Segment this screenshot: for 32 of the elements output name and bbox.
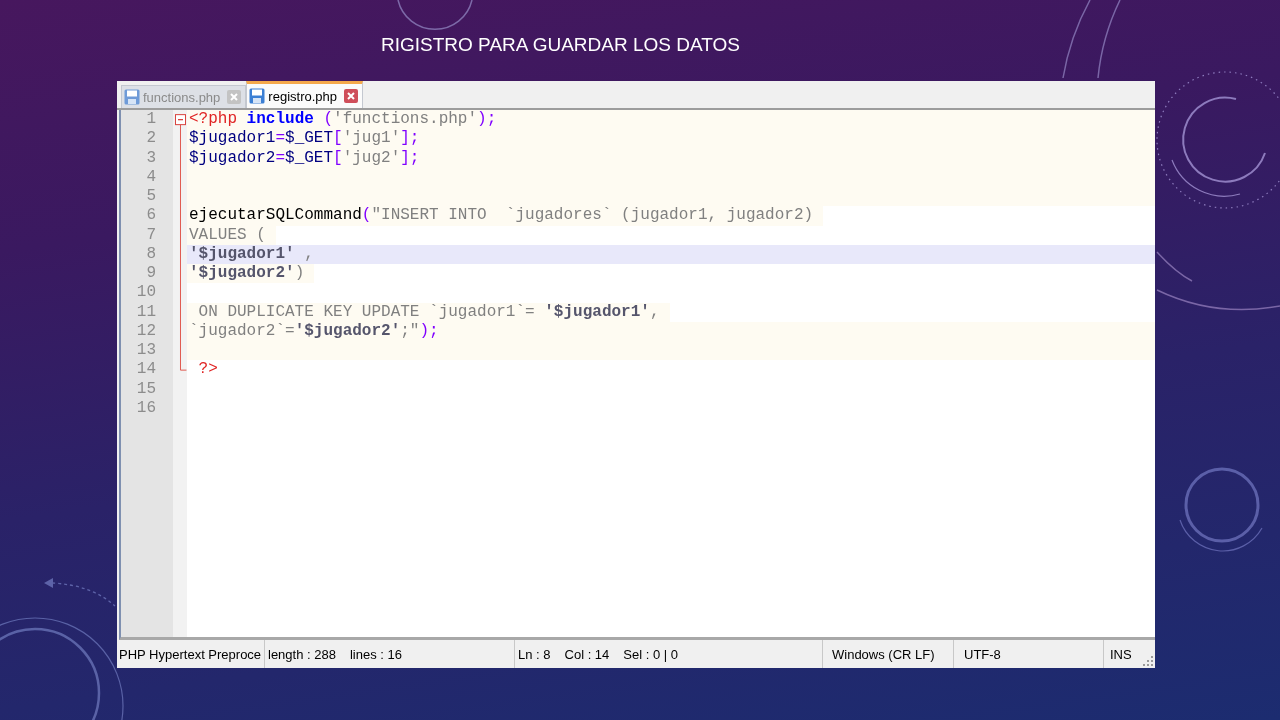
- line-number: 8: [146, 244, 156, 265]
- line-number: 9: [146, 264, 156, 284]
- dashed-arrow-drawing: [44, 578, 116, 607]
- encoding-label: UTF-8: [964, 646, 1001, 662]
- line-number: 13: [136, 341, 156, 361]
- line-number: 12: [136, 321, 156, 342]
- line-label: Ln : 8: [518, 646, 551, 662]
- line-number: 4: [146, 167, 156, 188]
- resize-grip-icon[interactable]: [1143, 656, 1153, 666]
- code-line: ?>: [197, 360, 218, 380]
- slide-title: RIGISTRO PARA GUARDAR LOS DATOS: [381, 34, 740, 56]
- insert-mode-label: INS: [1110, 646, 1132, 662]
- language-label: PHP Hypertext Preproce: [119, 646, 262, 662]
- column-label: Col : 14: [564, 646, 610, 662]
- line-number: 16: [136, 399, 156, 419]
- line-number: 10: [136, 283, 156, 303]
- line-count-label: lines : 16: [349, 646, 402, 662]
- file-tab[interactable]: registro.php: [246, 81, 363, 108]
- close-icon[interactable]: [344, 89, 358, 103]
- line-number: 5: [146, 187, 156, 207]
- length-label: length : 288: [268, 646, 336, 662]
- line-number: 1: [146, 110, 156, 130]
- line-number: 3: [146, 148, 156, 168]
- fold-collapse-icon[interactable]: [175, 114, 186, 126]
- selection-label: Sel : 0 | 0: [623, 646, 679, 662]
- line-ending-label: Windows (CR LF): [832, 646, 935, 662]
- line-number: 6: [146, 206, 156, 226]
- line-number: 11: [136, 302, 156, 322]
- line-number: 14: [136, 360, 156, 380]
- line-number: 2: [146, 129, 156, 149]
- line-number: 7: [146, 225, 156, 245]
- line-number: 15: [136, 379, 156, 399]
